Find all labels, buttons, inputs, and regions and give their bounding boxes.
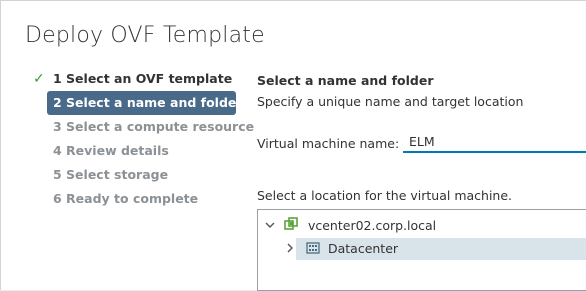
vcenter-icon bbox=[284, 216, 298, 238]
checkmark-icon: ✓ bbox=[33, 71, 45, 87]
dialog-title: Deploy OVF Template bbox=[25, 23, 265, 48]
step-ready-to-complete: 6 Ready to complete bbox=[31, 187, 241, 211]
step-label: 3 Select a compute resource bbox=[53, 119, 255, 134]
step-select-ovf-template[interactable]: ✓ 1 Select an OVF template bbox=[31, 67, 241, 91]
step-label: 2 Select a name and folder bbox=[53, 95, 243, 110]
tree-node-label: vcenter02.corp.local bbox=[307, 218, 437, 233]
step-select-name-folder[interactable]: 2 Select a name and folder bbox=[47, 91, 243, 115]
tree-node-datacenter[interactable]: Datacenter bbox=[284, 238, 398, 260]
tree-node-label: Datacenter bbox=[327, 241, 399, 256]
step-label: 1 Select an OVF template bbox=[53, 71, 233, 86]
step-select-compute-resource: 3 Select a compute resource bbox=[31, 115, 254, 139]
step-select-storage: 5 Select storage bbox=[31, 163, 241, 187]
tree-node-vcenter[interactable]: vcenter02.corp.local bbox=[264, 215, 436, 237]
step-label: 4 Review details bbox=[53, 143, 169, 158]
chevron-down-icon[interactable] bbox=[264, 216, 276, 238]
location-tree: vcenter02.corp.local Datacenter bbox=[257, 209, 586, 291]
page-subtitle: Specify a unique name and target locatio… bbox=[257, 94, 524, 109]
location-label: Select a location for the virtual machin… bbox=[257, 188, 513, 203]
datacenter-icon bbox=[306, 239, 320, 261]
wizard-steps: ✓ 1 Select an OVF template 2 Select a na… bbox=[31, 67, 254, 211]
page-heading: Select a name and folder bbox=[257, 73, 434, 88]
vm-name-input[interactable] bbox=[403, 131, 586, 153]
chevron-right-icon[interactable] bbox=[284, 239, 296, 261]
deploy-ovf-dialog: Deploy OVF Template ✓ 1 Select an OVF te… bbox=[0, 0, 586, 291]
vm-name-row: Virtual machine name: bbox=[257, 131, 586, 157]
step-review-details: 4 Review details bbox=[31, 139, 241, 163]
step-label: 5 Select storage bbox=[53, 167, 169, 182]
vm-name-label: Virtual machine name: bbox=[257, 136, 400, 151]
step-label: 6 Ready to complete bbox=[53, 191, 199, 206]
step-content: Select a name and folder Specify a uniqu… bbox=[257, 71, 586, 291]
